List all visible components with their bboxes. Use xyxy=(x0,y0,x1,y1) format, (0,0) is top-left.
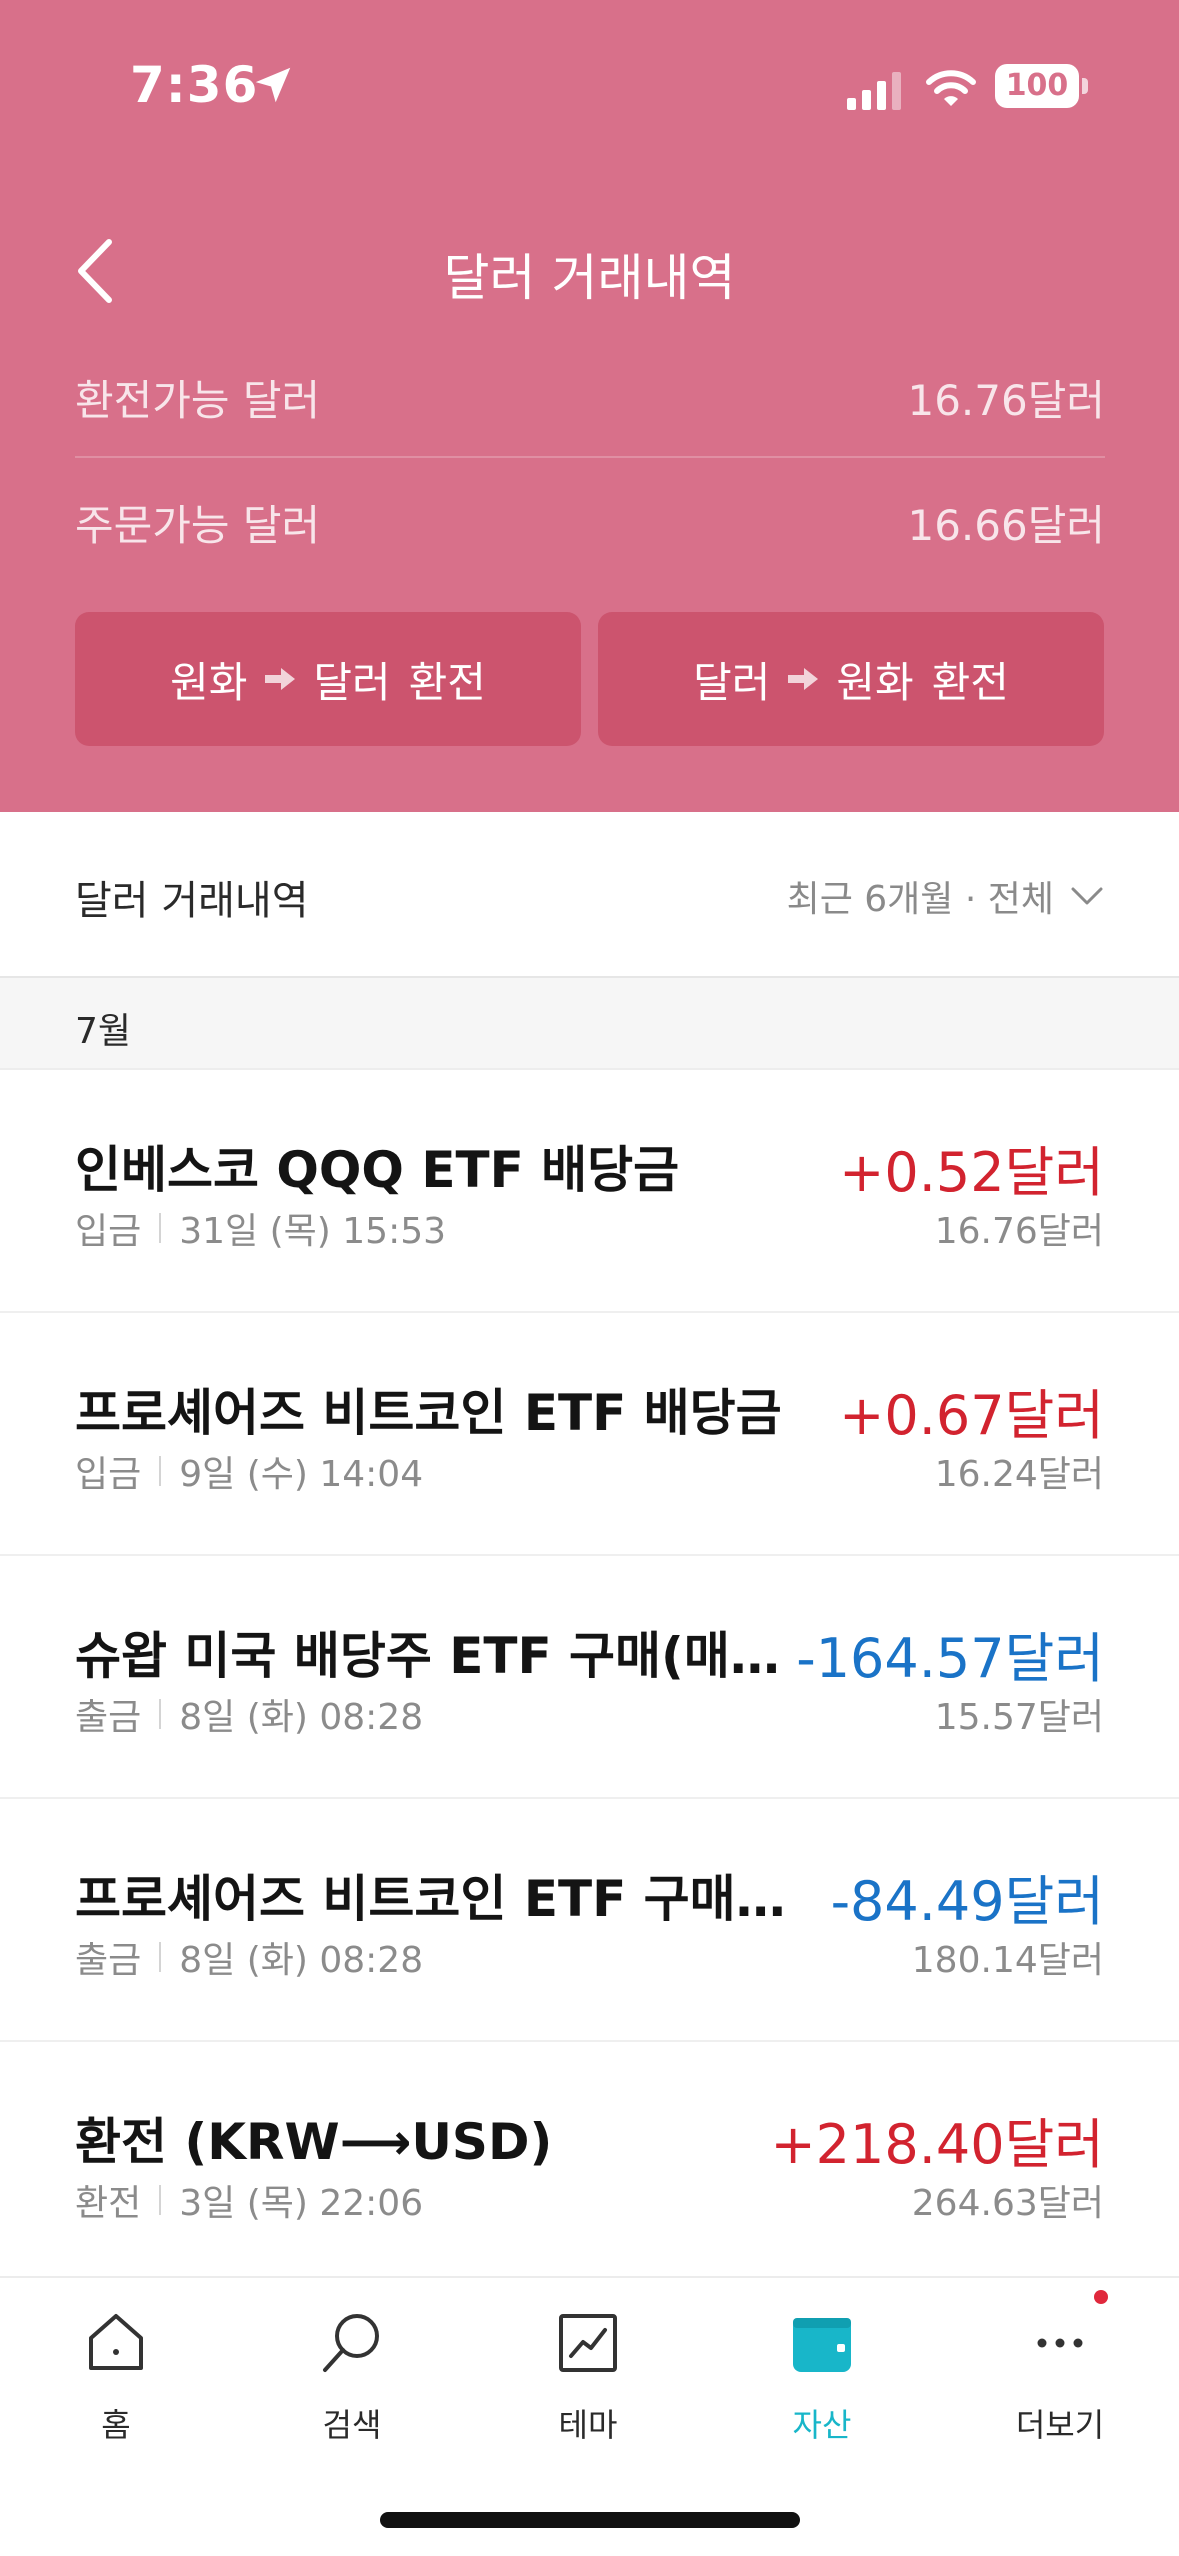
divider xyxy=(159,1942,162,1972)
tab-label: 홈 xyxy=(101,2406,131,2444)
transaction-row[interactable]: 환전 (KRW⟶USD) 환전 3일 (목) 22:06 +218.40달러 2… xyxy=(0,2042,1179,2285)
screen: 7:36 100 달러 거래내역 환전가능 달러 16.76달러 주문가능 달러… xyxy=(0,0,1179,2556)
section-title: 달러 거래내역 xyxy=(75,878,309,924)
exchangeable-dollar-row: 환전가능 달러 16.76달러 xyxy=(75,338,1105,458)
transaction-name: 슈왑 미국 배당주 ETF 구매(매수) xyxy=(75,1627,795,1685)
wifi-icon xyxy=(926,70,976,106)
transaction-amount: +218.40달러 xyxy=(770,2113,1104,2176)
home-indicator xyxy=(380,2512,800,2528)
month-label: 7월 xyxy=(75,1011,132,1052)
fx-to-label: 달러 xyxy=(313,657,391,707)
filter-label: 최근 6개월 · 전체 xyxy=(786,879,1054,920)
transaction-amount: -84.49달러 xyxy=(830,1870,1104,1933)
transaction-row[interactable]: 프로셰어즈 비트코인 ETF 배당금 입금 9일 (수) 14:04 +0.67… xyxy=(0,1313,1179,1556)
transaction-meta: 출금 8일 (화) 08:28 xyxy=(75,1931,423,1983)
arrow-right-icon xyxy=(788,668,819,690)
usd-to-krw-button[interactable]: 달러 원화 환전 xyxy=(598,612,1104,746)
transaction-balance: 15.57달러 xyxy=(934,1697,1104,1738)
transaction-balance: 16.24달러 xyxy=(934,1454,1104,1495)
tab-more[interactable]: 더보기 xyxy=(980,2308,1140,2468)
battery-cap xyxy=(1082,78,1088,94)
transaction-name: 프로셰어즈 비트코인 ETF 구매(매... xyxy=(75,1870,795,1928)
tab-theme[interactable]: 테마 xyxy=(508,2308,668,2468)
search-icon xyxy=(323,2314,379,2372)
status-time: 7:36 xyxy=(130,56,259,114)
transaction-name: 인베스코 QQQ ETF 배당금 xyxy=(75,1141,680,1199)
page-title: 달러 거래내역 xyxy=(443,249,736,307)
transaction-type: 환전 xyxy=(75,2183,142,2224)
transaction-balance: 264.63달러 xyxy=(911,2183,1104,2224)
tab-home[interactable]: 홈 xyxy=(36,2308,196,2468)
tab-label: 검색 xyxy=(322,2406,382,2444)
transaction-type: 출금 xyxy=(75,1940,142,1981)
transaction-type: 입금 xyxy=(75,1211,142,1252)
fx-action-label: 환전 xyxy=(931,657,1009,707)
location-arrow-icon xyxy=(255,67,291,103)
transaction-date: 3일 (목) 22:06 xyxy=(179,2183,424,2224)
period-filter-dropdown[interactable]: 최근 6개월 · 전체 xyxy=(787,870,1104,922)
more-icon xyxy=(1037,2338,1083,2348)
transaction-list: 인베스코 QQQ ETF 배당금 입금 31일 (목) 15:53 +0.52달… xyxy=(0,1070,1179,2285)
tab-assets[interactable]: 자산 xyxy=(742,2308,902,2468)
cellular-signal-icon xyxy=(847,72,901,110)
orderable-dollar-row: 주문가능 달러 16.66달러 xyxy=(75,462,1105,582)
fx-from-label: 달러 xyxy=(693,657,771,707)
fx-from-label: 원화 xyxy=(170,657,248,707)
divider xyxy=(159,1456,162,1486)
divider xyxy=(159,1213,162,1243)
transaction-balance: 16.76달러 xyxy=(934,1211,1104,1252)
balance-value: 16.76달러 xyxy=(907,375,1105,425)
tab-label: 더보기 xyxy=(1015,2406,1105,2444)
battery-indicator: 100 xyxy=(995,64,1079,108)
krw-to-usd-button[interactable]: 원화 달러 환전 xyxy=(75,612,581,746)
transaction-name: 프로셰어즈 비트코인 ETF 배당금 xyxy=(75,1384,782,1442)
arrow-right-icon xyxy=(265,668,296,690)
transactions-section-header: 달러 거래내역 최근 6개월 · 전체 xyxy=(0,812,1179,978)
tab-search[interactable]: 검색 xyxy=(272,2308,432,2468)
transaction-date: 8일 (화) 08:28 xyxy=(179,1940,424,1981)
transaction-meta: 입금 9일 (수) 14:04 xyxy=(75,1445,423,1497)
transaction-amount: +0.52달러 xyxy=(839,1141,1104,1204)
balance-label: 주문가능 달러 xyxy=(75,500,321,550)
transaction-row[interactable]: 인베스코 QQQ ETF 배당금 입금 31일 (목) 15:53 +0.52달… xyxy=(0,1070,1179,1313)
transaction-meta: 환전 3일 (목) 22:06 xyxy=(75,2174,423,2226)
transaction-meta: 입금 31일 (목) 15:53 xyxy=(75,1202,446,1254)
transaction-row[interactable]: 슈왑 미국 배당주 ETF 구매(매수) 출금 8일 (화) 08:28 -16… xyxy=(0,1556,1179,1799)
divider xyxy=(159,2185,162,2215)
balance-value: 16.66달러 xyxy=(907,500,1105,550)
tab-label: 테마 xyxy=(558,2406,618,2444)
transaction-row[interactable]: 프로셰어즈 비트코인 ETF 구매(매... 출금 8일 (화) 08:28 -… xyxy=(0,1799,1179,2042)
tab-label: 자산 xyxy=(792,2406,852,2444)
chevron-down-icon xyxy=(1071,887,1103,905)
nav-bar: 달러 거래내역 xyxy=(0,210,1179,330)
status-bar: 7:36 100 xyxy=(0,0,1179,170)
transaction-date: 9일 (수) 14:04 xyxy=(179,1454,424,1495)
transaction-date: 31일 (목) 15:53 xyxy=(179,1211,447,1252)
wallet-icon xyxy=(793,2318,851,2372)
transaction-name: 환전 (KRW⟶USD) xyxy=(75,2113,553,2171)
transaction-type: 입금 xyxy=(75,1454,142,1495)
transaction-type: 출금 xyxy=(75,1697,142,1738)
transaction-balance: 180.14달러 xyxy=(911,1940,1104,1981)
transaction-amount: -164.57달러 xyxy=(796,1627,1104,1690)
month-group-header: 7월 xyxy=(0,978,1179,1070)
transaction-date: 8일 (화) 08:28 xyxy=(179,1697,424,1738)
header-panel: 7:36 100 달러 거래내역 환전가능 달러 16.76달러 주문가능 달러… xyxy=(0,0,1179,812)
notification-dot xyxy=(1094,2290,1108,2304)
balance-label: 환전가능 달러 xyxy=(75,375,321,425)
fx-action-label: 환전 xyxy=(408,657,486,707)
fx-to-label: 원화 xyxy=(836,657,914,707)
divider xyxy=(159,1699,162,1729)
home-icon xyxy=(89,2314,143,2370)
transaction-meta: 출금 8일 (화) 08:28 xyxy=(75,1688,423,1740)
transaction-amount: +0.67달러 xyxy=(839,1384,1104,1447)
chart-icon xyxy=(559,2314,617,2372)
